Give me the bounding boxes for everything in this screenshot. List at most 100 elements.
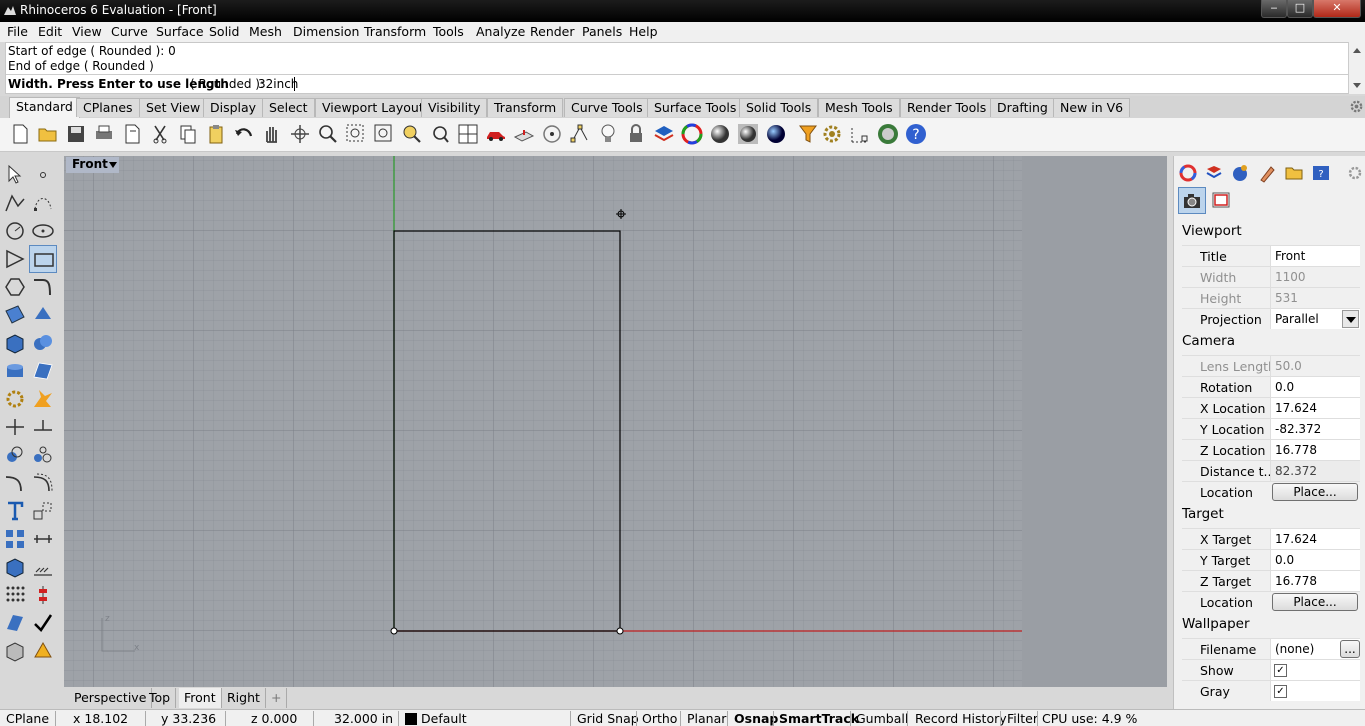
fillet-icon[interactable]	[3, 471, 27, 495]
add-viewport-button[interactable]: +	[266, 688, 288, 708]
grid-snap-toggle[interactable]: Grid Snap	[577, 711, 639, 726]
dimension-icon[interactable]	[31, 527, 55, 551]
trim-icon[interactable]	[3, 415, 27, 439]
extrude-icon[interactable]	[31, 303, 55, 327]
group-icon[interactable]	[3, 443, 27, 467]
check-icon[interactable]	[31, 611, 55, 635]
show-checkbox[interactable]: ✓	[1274, 664, 1287, 677]
ellipse-icon[interactable]	[31, 219, 55, 243]
lightbulb-icon[interactable]	[596, 122, 620, 146]
menu-transform[interactable]: Transform	[364, 24, 426, 39]
menu-solid[interactable]: Solid	[209, 24, 239, 39]
color-wheel-icon[interactable]	[680, 122, 704, 146]
select-points-icon[interactable]	[568, 122, 592, 146]
tab-mesh-tools[interactable]: Mesh Tools	[818, 98, 900, 117]
polygon-icon[interactable]	[3, 275, 27, 299]
zoom-window-icon[interactable]	[344, 122, 368, 146]
filter-icon[interactable]	[796, 122, 820, 146]
menu-surface[interactable]: Surface	[156, 24, 204, 39]
tab-render-tools[interactable]: Render Tools	[900, 98, 994, 117]
text-icon[interactable]	[3, 499, 27, 523]
menu-help[interactable]: Help	[629, 24, 658, 39]
render-tab-icon[interactable]	[1230, 163, 1250, 183]
ungroup-icon[interactable]	[31, 443, 55, 467]
target-place-button[interactable]: Place...	[1272, 593, 1358, 611]
gray-checkbox[interactable]: ✓	[1274, 685, 1287, 698]
gumball-toggle[interactable]: Gumball	[856, 711, 908, 726]
planar-toggle[interactable]: Planar	[687, 711, 726, 726]
viewport-front[interactable]: z x	[64, 156, 1022, 687]
browse-button[interactable]: ...	[1340, 640, 1360, 658]
y-target-field[interactable]: 0.0	[1270, 550, 1360, 570]
menu-render[interactable]: Render	[530, 24, 575, 39]
folder-tab-icon[interactable]	[1284, 163, 1304, 183]
blocks-icon[interactable]	[3, 583, 27, 607]
scroll-down-icon[interactable]	[1352, 82, 1362, 90]
print-icon[interactable]	[92, 122, 116, 146]
filter-toggle[interactable]: Filter	[1007, 711, 1038, 726]
menu-tools[interactable]: Tools	[433, 24, 464, 39]
current-layer[interactable]: Default	[421, 711, 467, 726]
tab-curve-tools[interactable]: Curve Tools	[564, 98, 650, 117]
tab-solid-tools[interactable]: Solid Tools	[739, 98, 819, 117]
explode-icon[interactable]	[31, 387, 55, 411]
tab-surface-tools[interactable]: Surface Tools	[647, 98, 744, 117]
circle-icon[interactable]	[3, 219, 27, 243]
polyline-icon[interactable]	[3, 191, 27, 215]
record-history-toggle[interactable]: Record History	[915, 711, 1007, 726]
plane-icon[interactable]	[512, 122, 536, 146]
osnap-toggle[interactable]: Osnap	[734, 711, 778, 726]
analyze-gear-icon[interactable]	[3, 387, 27, 411]
vp-tab-front[interactable]: Front	[179, 688, 222, 708]
command-prompt[interactable]: Width. Press Enter to use length ( Round…	[6, 74, 1348, 93]
paste-icon[interactable]	[204, 122, 228, 146]
import-icon[interactable]	[120, 122, 144, 146]
close-button[interactable]: ✕	[1313, 0, 1361, 18]
command-scrollbar[interactable]	[1348, 42, 1365, 94]
select-arrow-icon[interactable]	[3, 163, 27, 187]
viewport-title[interactable]: Front	[66, 157, 119, 173]
curve-cv-icon[interactable]	[31, 191, 55, 215]
scroll-up-icon[interactable]	[1352, 46, 1362, 54]
cplane-button[interactable]: CPlane	[6, 711, 49, 726]
dropdown-arrow-icon[interactable]	[109, 161, 118, 169]
tab-standard[interactable]: Standard	[9, 97, 80, 118]
z-location-field[interactable]: 16.778	[1270, 440, 1360, 460]
corner-point[interactable]	[616, 627, 624, 635]
menu-mesh[interactable]: Mesh	[249, 24, 282, 39]
scale-icon[interactable]	[31, 499, 55, 523]
four-viewports-icon[interactable]	[456, 122, 480, 146]
tab-select[interactable]: Select	[262, 98, 315, 117]
smarttrack-toggle[interactable]: SmartTrack	[779, 711, 859, 726]
projection-dropdown-button[interactable]	[1342, 310, 1359, 328]
split-icon[interactable]	[31, 415, 55, 439]
menu-edit[interactable]: Edit	[38, 24, 62, 39]
vp-tab-top[interactable]: Top	[144, 688, 177, 708]
layer-color-swatch[interactable]	[405, 713, 417, 725]
new-file-icon[interactable]	[8, 122, 32, 146]
tab-new-in-v6[interactable]: New in V6	[1053, 98, 1131, 117]
hatch-icon[interactable]	[31, 555, 55, 579]
z-target-field[interactable]: 16.778	[1270, 571, 1360, 591]
box-icon[interactable]	[3, 331, 27, 355]
menu-curve[interactable]: Curve	[111, 24, 148, 39]
rotate-view-icon[interactable]	[288, 122, 312, 146]
make2d-icon[interactable]	[3, 555, 27, 579]
vp-tab-right[interactable]: Right	[222, 688, 266, 708]
grid-snap-icon[interactable]	[848, 122, 872, 146]
mesh-cylinder-icon[interactable]	[3, 359, 27, 383]
render-icon[interactable]	[764, 122, 788, 146]
materials-tab-icon[interactable]	[1257, 163, 1277, 183]
menu-file[interactable]: File	[7, 24, 28, 39]
title-field[interactable]: Front	[1270, 246, 1360, 266]
point-on-icon[interactable]	[540, 122, 564, 146]
point-icon[interactable]	[31, 163, 55, 187]
align-icon[interactable]	[31, 583, 55, 607]
tab-set-view[interactable]: Set View	[139, 98, 208, 117]
layer-icon[interactable]	[652, 122, 676, 146]
curve-fillet-icon[interactable]	[31, 275, 55, 299]
options-gear-icon[interactable]	[820, 122, 844, 146]
command-input[interactable]: 32inch	[258, 77, 298, 91]
gear-icon[interactable]	[1349, 99, 1364, 114]
menu-analyze[interactable]: Analyze	[476, 24, 525, 39]
